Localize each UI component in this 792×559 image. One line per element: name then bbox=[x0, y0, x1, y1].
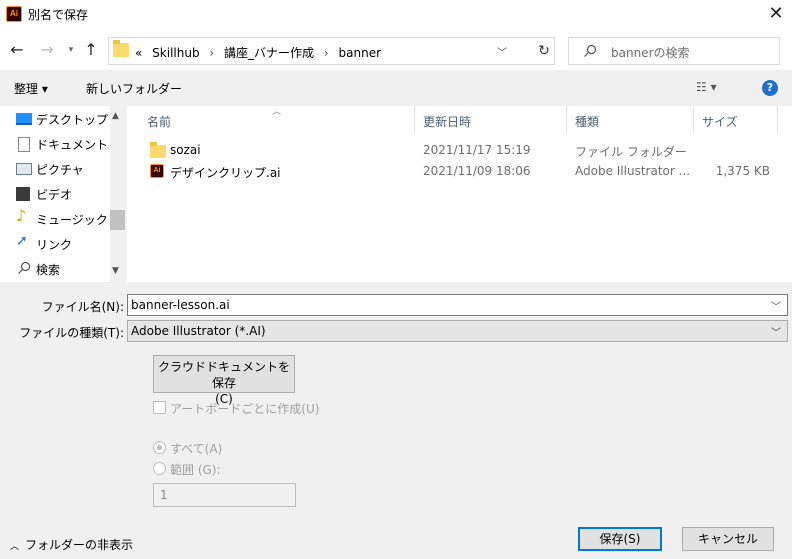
sidebar-scrollbar[interactable] bbox=[110, 106, 126, 282]
filename-label: ファイル名(N): bbox=[41, 300, 124, 314]
sidebar-item-links[interactable]: リンク bbox=[36, 236, 112, 256]
range-input[interactable]: 1 bbox=[153, 483, 296, 507]
window-title: 別名で保存 bbox=[28, 8, 89, 22]
column-header-type[interactable]: 種類 bbox=[575, 113, 599, 130]
filename-value: banner-lesson.ai bbox=[131, 298, 230, 312]
save-cloud-document-button[interactable]: クラウドドキュメントを保存 (C) bbox=[153, 355, 295, 406]
illustrator-app-icon: Ai bbox=[6, 6, 22, 22]
music-icon: ♪ bbox=[16, 206, 27, 225]
filetype-value: Adobe Illustrator (*.AI) bbox=[131, 324, 266, 338]
organize-menu-button[interactable]: 整理 ▾ bbox=[14, 80, 48, 97]
search-icon bbox=[584, 44, 597, 57]
ai-file-icon: Ai bbox=[150, 164, 164, 178]
all-radio[interactable] bbox=[153, 441, 166, 454]
breadcrumb-item-course[interactable]: 講座_バナー作成 bbox=[224, 46, 314, 60]
breadcrumb: « Skillhub › 講座_バナー作成 › banner bbox=[135, 44, 381, 61]
column-divider[interactable] bbox=[693, 106, 694, 134]
file-type: ファイル フォルダー bbox=[575, 145, 687, 159]
help-icon[interactable]: ? bbox=[762, 80, 778, 96]
scroll-down-arrow-icon[interactable]: ▼ bbox=[112, 266, 119, 276]
folder-icon bbox=[150, 142, 166, 158]
back-arrow-icon[interactable]: ← bbox=[8, 40, 26, 60]
column-header-date[interactable]: 更新日時 bbox=[423, 113, 471, 130]
all-radio-label: すべて(A) bbox=[170, 442, 223, 456]
breadcrumb-separator: › bbox=[209, 46, 215, 60]
pictures-icon bbox=[16, 163, 32, 175]
column-divider[interactable] bbox=[414, 106, 415, 134]
up-arrow-icon[interactable]: ↑ bbox=[82, 40, 100, 60]
sidebar-item-music[interactable]: ミュージック bbox=[36, 211, 112, 231]
sidebar-item-videos[interactable]: ビデオ bbox=[36, 186, 112, 206]
refresh-icon[interactable]: ↻ bbox=[533, 40, 555, 62]
breadcrumb-item-banner[interactable]: banner bbox=[339, 46, 382, 60]
hide-folders-toggle[interactable]: ︿ フォルダーの非表示 bbox=[10, 536, 133, 553]
save-button[interactable]: 保存(S) bbox=[578, 527, 662, 551]
sort-ascending-icon: ︿ bbox=[272, 107, 282, 117]
videos-icon bbox=[16, 187, 30, 201]
hide-folders-label: フォルダーの非表示 bbox=[25, 538, 134, 552]
forward-arrow-icon[interactable]: → bbox=[38, 40, 56, 60]
file-type: Adobe Illustrator ... bbox=[575, 164, 691, 178]
title-bar bbox=[0, 0, 792, 32]
breadcrumb-item-skillhub[interactable]: Skillhub bbox=[152, 46, 199, 60]
sidebar-item-documents[interactable]: ドキュメント bbox=[36, 136, 112, 156]
file-name[interactable]: sozai bbox=[170, 143, 201, 163]
artboard-checkbox-label: アートボードごとに作成(U) bbox=[170, 402, 320, 416]
column-header-name[interactable]: 名前 bbox=[147, 113, 171, 130]
documents-icon bbox=[18, 137, 30, 152]
address-dropdown-chevron-icon[interactable]: ﹀ bbox=[497, 44, 507, 59]
file-size: 1,375 KB bbox=[715, 164, 770, 178]
recent-locations-chevron-icon[interactable]: ▾ bbox=[62, 40, 80, 60]
range-radio[interactable] bbox=[153, 462, 166, 475]
range-radio-label: 範囲 (G): bbox=[170, 463, 221, 477]
close-button[interactable]: ✕ bbox=[760, 0, 792, 30]
desktop-icon bbox=[16, 113, 32, 125]
column-divider[interactable] bbox=[777, 106, 778, 134]
file-date: 2021/11/17 15:19 bbox=[423, 143, 531, 157]
filetype-label: ファイルの種類(T): bbox=[19, 326, 124, 340]
search-box[interactable]: bannerの検索 bbox=[568, 37, 780, 65]
column-divider[interactable] bbox=[566, 106, 567, 134]
sidebar-item-search[interactable]: 検索 bbox=[36, 261, 112, 281]
file-name[interactable]: デザインクリップ.ai bbox=[170, 164, 281, 184]
column-header-size[interactable]: サイズ bbox=[702, 113, 738, 130]
search-input[interactable]: bannerの検索 bbox=[611, 44, 690, 61]
filename-input[interactable]: banner-lesson.ai ﹀ bbox=[127, 294, 788, 316]
breadcrumb-overflow[interactable]: « bbox=[135, 46, 142, 60]
new-folder-button[interactable]: 新しいフォルダー bbox=[86, 80, 182, 97]
filetype-select[interactable]: Adobe Illustrator (*.AI) ﹀ bbox=[127, 320, 788, 342]
breadcrumb-separator: › bbox=[323, 46, 329, 60]
file-date: 2021/11/09 18:06 bbox=[423, 164, 531, 178]
chevron-down-icon[interactable]: ﹀ bbox=[771, 324, 781, 339]
address-bar[interactable]: « Skillhub › 講座_バナー作成 › banner ﹀ ↻ bbox=[108, 37, 555, 65]
artboard-checkbox[interactable] bbox=[153, 401, 166, 414]
cancel-button[interactable]: キャンセル bbox=[682, 527, 774, 551]
cloud-button-line1: クラウドドキュメントを保存 bbox=[157, 360, 290, 390]
chevron-down-icon[interactable]: ﹀ bbox=[771, 298, 781, 313]
links-icon: ➚ bbox=[16, 233, 28, 249]
sidebar-item-pictures[interactable]: ピクチャ bbox=[36, 161, 112, 181]
search-icon bbox=[18, 261, 31, 274]
chevron-up-icon: ︿ bbox=[10, 542, 20, 552]
folder-icon bbox=[113, 40, 129, 57]
sidebar-scrollbar-thumb[interactable] bbox=[110, 210, 125, 230]
view-options-icon[interactable]: ☷ ▾ bbox=[696, 80, 717, 94]
sidebar-item-desktop[interactable]: デスクトップ bbox=[36, 111, 112, 131]
scroll-up-arrow-icon[interactable]: ▲ bbox=[112, 111, 119, 121]
